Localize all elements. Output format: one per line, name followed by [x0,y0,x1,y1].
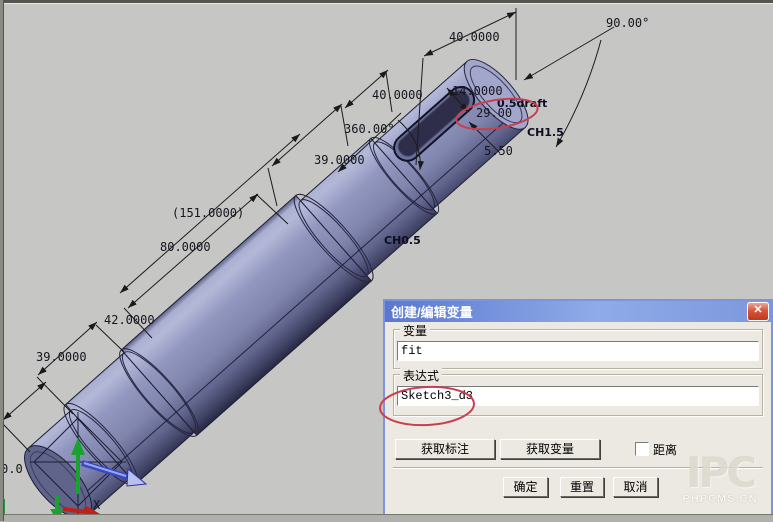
close-icon[interactable]: ✕ [747,302,769,321]
dimension-label[interactable]: 5.50 [484,144,513,158]
dialog-separator [393,467,763,469]
expression-groupbox: 表达式 [393,374,763,416]
ok-button[interactable]: 确定 [503,477,548,497]
dimension-label[interactable]: 40.0000 [449,30,500,44]
dialog-title: 创建/编辑变量 [391,302,473,321]
get-annotation-button[interactable]: 获取标注 [395,439,495,459]
variable-input[interactable] [397,341,759,361]
expression-group-label: 表达式 [400,367,442,384]
dimension-label[interactable]: CH1.5 [527,126,564,139]
get-variable-button[interactable]: 获取变量 [500,439,600,459]
variable-group-label: 变量 [400,322,430,339]
dimension-label[interactable]: 42.0000 [104,313,155,327]
window-border-top [0,0,773,4]
dimension-label[interactable]: (151.0000) [172,206,244,220]
dimension-label[interactable]: 14.0000 [452,84,503,98]
dimension-label[interactable]: 0.0 [1,462,23,476]
dimension-label[interactable]: 39.0000 [314,153,365,167]
dimension-label[interactable]: CH0.5 [384,234,421,247]
window-border-left [0,0,4,521]
reset-button[interactable]: 重置 [560,477,604,497]
dimension-label[interactable]: 360.00° [344,122,395,136]
dialog-titlebar[interactable]: 创建/编辑变量 ✕ [385,301,771,322]
create-edit-variable-dialog: 创建/编辑变量 ✕ 变量 表达式 获取标注 获取变量 距离 确定 重置 取消 [383,299,773,518]
distance-checkbox-label: 距离 [653,441,677,458]
dimension-label[interactable]: 80.0000 [160,240,211,254]
cancel-button[interactable]: 取消 [613,477,658,497]
distance-checkbox[interactable] [635,442,649,456]
variable-groupbox: 变量 [393,329,763,369]
dimension-label[interactable]: 90.00° [606,16,649,30]
expression-input[interactable] [397,386,759,406]
dimension-label[interactable]: 29.00 [476,106,512,120]
dimension-label[interactable]: X [93,498,101,512]
dimension-label[interactable]: 39.0000 [36,350,87,364]
dimension-label[interactable]: 40.0000 [372,88,423,102]
